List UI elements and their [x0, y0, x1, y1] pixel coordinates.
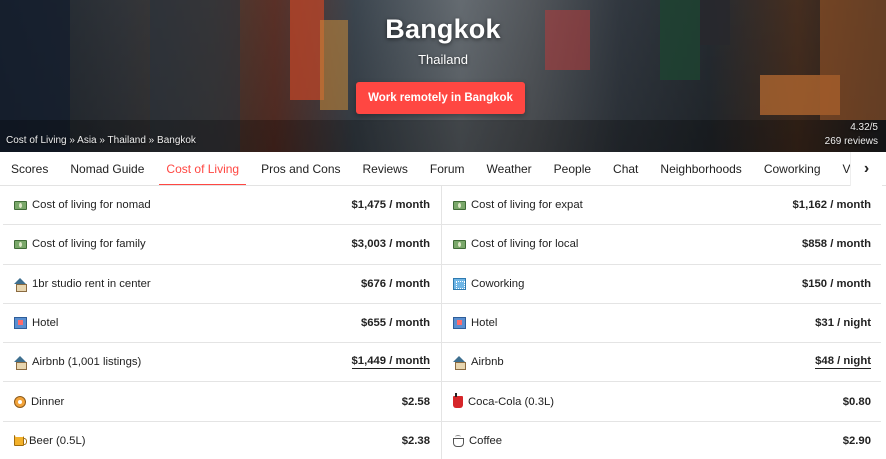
cost-item-label-group: Airbnb [453, 356, 504, 371]
cost-item-label: Coffee [469, 434, 503, 447]
tab-cost-of-living[interactable]: Cost of Living [155, 152, 250, 185]
cost-item-label: Cost of living for family [32, 238, 146, 251]
cost-item-label-group: Coworking [453, 277, 525, 290]
cost-item-label: Airbnb [471, 356, 504, 369]
cost-item: Cost of living for family $3,003 / month [3, 225, 442, 264]
cost-item: Coworking $150 / month [442, 265, 881, 303]
cost-item: Beer (0.5L) $2.38 [3, 421, 442, 459]
cost-item-label-group: Hotel [14, 317, 59, 330]
cost-item-value: $2.58 [401, 395, 430, 408]
work-remotely-button[interactable]: Work remotely in Bangkok [356, 82, 525, 114]
table-row: 1br studio rent in center $676 / month Cow… [3, 264, 881, 304]
cost-item-label: Coca-Cola (0.3L) [468, 395, 555, 408]
rating-summary: 4.32/5 269 reviews [825, 121, 878, 149]
cost-item-label-group: Hotel [453, 317, 498, 330]
cost-item-label-group: Cost of living for local [453, 238, 578, 250]
cost-item: Dinner $2.58 [3, 382, 442, 421]
section-tabs: Scores Nomad Guide Cost of Living Pros and … [0, 152, 886, 186]
table-row: Dinner $2.58 Coca-Cola (0.3L) $0.80 [3, 382, 881, 422]
cost-item-label: Hotel [32, 317, 59, 330]
cost-of-living-table: Cost of living for nomad $1,475 / month Co… [3, 186, 881, 459]
tab-chat[interactable]: Chat [602, 152, 649, 185]
cost-item-label: Beer (0.5L) [29, 434, 86, 447]
cost-item-label: Cost of living for nomad [32, 199, 151, 212]
cost-item: Cost of living for nomad $1,475 / month [3, 186, 442, 225]
country-subtitle: Thailand [418, 52, 468, 67]
coworking-icon [453, 277, 466, 290]
cost-item-value: $31 / night [815, 317, 871, 330]
table-row: Cost of living for nomad $1,475 / month Co… [3, 186, 881, 226]
cost-item: Cost of living for local $858 / month [442, 225, 881, 263]
table-row: Beer (0.5L) $2.38 Coffee $2.90 [3, 421, 881, 459]
cost-item-label: Cost of living for local [471, 238, 579, 251]
cost-item: Hotel $655 / month [3, 303, 442, 343]
cost-item-value: $1,162 / month [792, 199, 871, 212]
cost-item-label-group: Airbnb (1,001 listings) [14, 356, 142, 371]
cost-item-label-group: Dinner [14, 395, 65, 408]
house-icon [453, 356, 466, 371]
cost-item-label: Dinner [31, 395, 65, 408]
cost-item-label: Coworking [471, 277, 525, 290]
coffee-icon [453, 434, 464, 447]
table-row: Airbnb (1,001 listings) $1,449 / month Air… [3, 343, 881, 383]
house-icon [14, 277, 27, 292]
tab-coworking[interactable]: Coworking [753, 152, 832, 185]
tab-nomad-guide[interactable]: Nomad Guide [59, 152, 155, 185]
money-icon [453, 200, 466, 210]
cost-item: Coca-Cola (0.3L) $0.80 [442, 382, 881, 420]
cost-item-value[interactable]: $48 / night [815, 355, 871, 370]
cost-item-label-group: Cost of living for nomad [14, 199, 151, 211]
tab-reviews[interactable]: Reviews [352, 152, 419, 185]
tab-pros-and-cons[interactable]: Pros and Cons [250, 152, 351, 185]
cost-item-label-group: Cost of living for family [14, 238, 146, 250]
cost-item-value: $655 / month [360, 317, 430, 330]
cost-item-label-group: Beer (0.5L) [14, 434, 86, 447]
cost-item-value: $0.80 [842, 395, 871, 408]
cost-item-value: $1,475 / month [351, 199, 430, 212]
cost-item-label-group: Coffee [453, 434, 503, 447]
tab-neighborhoods[interactable]: Neighborhoods [649, 152, 752, 185]
cost-item: Airbnb $48 / night [442, 343, 881, 381]
cost-item-value[interactable]: $1,449 / month [351, 355, 430, 370]
chevron-right-icon[interactable]: › [850, 152, 882, 186]
cost-item-value: $858 / month [801, 238, 871, 251]
tab-weather[interactable]: Weather [476, 152, 543, 185]
cost-item: 1br studio rent in center $676 / month [3, 264, 442, 303]
tab-forum[interactable]: Forum [419, 152, 476, 185]
cost-item: Hotel $31 / night [442, 304, 881, 342]
cola-icon [453, 392, 463, 408]
dinner-icon [14, 395, 26, 408]
breadcrumb[interactable]: Cost of Living » Asia » Thailand » Bangk… [6, 135, 196, 146]
hero-banner: Bangkok Thailand Work remotely in Bangko… [0, 0, 886, 152]
cost-item: Cost of living for expat $1,162 / month [442, 186, 881, 224]
cost-item-label-group: 1br studio rent in center [14, 277, 151, 292]
cost-item-label: 1br studio rent in center [32, 277, 151, 290]
cost-item: Coffee $2.90 [442, 422, 881, 459]
cost-item-value: $676 / month [360, 277, 430, 290]
hotel-icon [14, 317, 27, 330]
beer-icon [14, 434, 27, 447]
house-icon [14, 356, 27, 371]
money-icon [14, 239, 27, 249]
cost-item-value: $3,003 / month [351, 238, 430, 251]
cost-item-label: Hotel [471, 317, 498, 330]
rating-score: 4.32/5 [850, 122, 878, 133]
table-row: Hotel $655 / month Hotel $31 / night [3, 303, 881, 344]
money-icon [14, 200, 27, 210]
city-title: Bangkok [385, 14, 501, 44]
cost-item-value: $2.38 [401, 434, 430, 447]
cost-item-value: $150 / month [801, 277, 871, 290]
table-row: Cost of living for family $3,003 / month C… [3, 225, 881, 265]
tab-people[interactable]: People [543, 152, 602, 185]
cost-item-label: Airbnb (1,001 listings) [32, 356, 142, 369]
review-count[interactable]: 269 reviews [825, 135, 878, 149]
cost-item-label: Cost of living for expat [471, 199, 583, 212]
cost-item-value: $2.90 [842, 434, 871, 447]
money-icon [453, 239, 466, 249]
cost-item-label-group: Cost of living for expat [453, 199, 583, 211]
hotel-icon [453, 317, 466, 330]
cost-item: Airbnb (1,001 listings) $1,449 / month [3, 343, 442, 382]
cost-item-label-group: Coca-Cola (0.3L) [453, 392, 555, 408]
tab-scores[interactable]: Scores [0, 152, 59, 185]
